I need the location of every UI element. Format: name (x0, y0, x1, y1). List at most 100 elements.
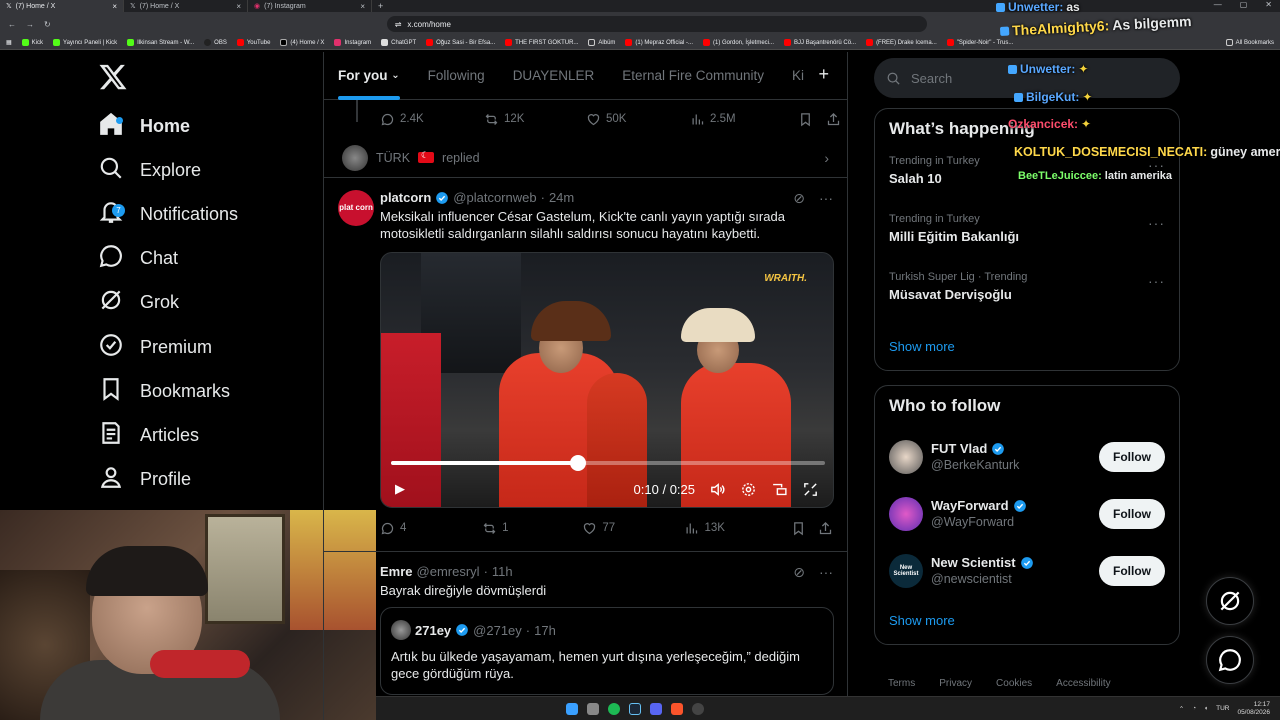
post-time[interactable]: 24m (549, 190, 574, 205)
bookmark-item[interactable]: (4) Home / X (280, 39, 324, 46)
follow-button[interactable]: Follow (1099, 441, 1165, 472)
volume-icon[interactable] (709, 481, 726, 498)
start-icon[interactable] (566, 702, 578, 715)
maximize-icon[interactable]: ▢ (1240, 0, 1248, 9)
picture-in-picture-icon[interactable] (771, 481, 788, 498)
suggested-account[interactable]: FUT Vlad @BerkeKanturk Follow (889, 428, 1165, 485)
more-icon[interactable]: ··· (819, 564, 833, 581)
repost-button[interactable]: 12K (484, 112, 586, 127)
more-icon[interactable]: ··· (1148, 273, 1165, 289)
chevron-up-icon[interactable]: ⌃ (1179, 705, 1184, 713)
like-button[interactable]: 77 (582, 521, 684, 536)
more-icon[interactable]: ··· (819, 190, 833, 207)
nav-articles[interactable]: Articles (98, 413, 308, 457)
author-handle[interactable]: @emresryl (417, 564, 480, 579)
bookmark-item[interactable]: THE FIRST GOKTUR... (505, 39, 578, 46)
video-player[interactable]: WRAITH. ▶ 0:10 / 0:25 (380, 252, 834, 508)
suggested-account[interactable]: WayForward @WayForward Follow (889, 485, 1165, 542)
nav-bookmarks[interactable]: Bookmarks (98, 369, 308, 413)
bookmark-item[interactable]: OBS (204, 39, 227, 46)
show-more-link[interactable]: Show more (889, 325, 1165, 370)
settings-gear-icon[interactable] (740, 481, 757, 498)
tab-overflow[interactable]: Ki (792, 52, 804, 100)
chat-fab-button[interactable] (1206, 636, 1254, 684)
new-tab-button[interactable]: + (372, 1, 389, 11)
bookmark-post-button[interactable] (791, 521, 819, 536)
nav-profile[interactable]: Profile (98, 458, 308, 502)
minimize-icon[interactable]: — (1214, 0, 1222, 9)
close-icon[interactable]: × (236, 2, 241, 11)
nav-explore[interactable]: Explore (98, 148, 308, 192)
bookmark-item[interactable]: (1) Mepraz Official -... (625, 39, 693, 46)
author-name[interactable]: platcorn (380, 190, 431, 205)
more-icon[interactable]: ··· (1148, 215, 1165, 231)
footer-privacy[interactable]: Privacy (939, 678, 972, 689)
browser-tab-1[interactable]: 𝕏 (7) Home / X × (0, 0, 124, 12)
author-name[interactable]: Emre (380, 564, 413, 579)
post-platcorn[interactable]: plat corn ⊘ ··· platcorn @platcornweb · … (324, 178, 847, 552)
trend-item[interactable]: Turkish Super Lig · Trending Müsavat Derv… (889, 271, 1165, 325)
repost-button[interactable]: 1 (482, 521, 582, 536)
obs-icon[interactable] (692, 702, 704, 715)
all-bookmarks[interactable]: All Bookmarks (1225, 39, 1274, 46)
follow-button[interactable]: Follow (1099, 498, 1165, 529)
bookmark-item[interactable]: "Spider-Noir" - Trus... (946, 39, 1013, 46)
footer-terms[interactable]: Terms (888, 678, 915, 689)
grok-icon[interactable]: ⊘ (793, 564, 805, 581)
close-icon[interactable]: × (112, 2, 117, 11)
bookmark-item[interactable]: BJJ Başantrenörü Cö... (784, 39, 856, 46)
show-more-link[interactable]: Show more (889, 599, 1165, 644)
x-logo-icon[interactable] (98, 62, 128, 92)
video-scrubber-handle[interactable] (569, 455, 586, 471)
fullscreen-icon[interactable] (802, 481, 819, 498)
steam-icon[interactable] (629, 702, 641, 715)
follow-button[interactable]: Follow (1099, 555, 1165, 586)
bookmark-item[interactable]: Oğuz Sasi - Bir Efsa... (426, 39, 495, 46)
tab-following[interactable]: Following (428, 52, 485, 100)
add-tab-icon[interactable]: + (818, 64, 829, 85)
nav-grok[interactable]: Grok (98, 281, 308, 325)
brave-icon[interactable] (671, 702, 683, 715)
video-progress-bar[interactable] (391, 455, 825, 471)
author-handle[interactable]: @platcornweb (453, 190, 536, 205)
trend-item[interactable]: Trending in Turkey Salah 10 ··· (889, 155, 1165, 209)
bookmark-item[interactable]: (FREE) Drake Icema... (866, 39, 937, 46)
bookmark-post-button[interactable] (798, 112, 826, 127)
quoted-post[interactable]: 271ey @271ey · 17h Artık bu ülkede yaşay… (380, 607, 834, 695)
footer-cookies[interactable]: Cookies (996, 678, 1032, 689)
replied-indicator[interactable]: TÜRK replied › (324, 138, 847, 178)
nav-premium[interactable]: Premium (98, 325, 308, 369)
reply-button[interactable]: 2.4K (380, 112, 484, 127)
reply-button[interactable]: 4 (380, 521, 482, 536)
avatar[interactable]: plat corn (338, 190, 374, 226)
post-time[interactable]: 11h (492, 564, 513, 579)
discord-icon[interactable] (650, 702, 662, 715)
play-icon[interactable]: ▶ (395, 481, 405, 497)
nav-chat[interactable]: Chat (98, 237, 308, 281)
bookmark-item[interactable]: Albüm (588, 39, 615, 46)
nav-notifications[interactable]: 7 Notifications (98, 192, 308, 236)
share-button[interactable] (826, 112, 841, 127)
bookmark-item[interactable]: YouTube (236, 39, 270, 46)
apps-icon[interactable]: ▦ (6, 39, 12, 46)
nav-home[interactable]: Home (98, 104, 308, 148)
forward-icon[interactable]: → (26, 20, 34, 29)
bookmark-item[interactable]: ChatGPT (381, 39, 416, 46)
views-button[interactable]: 2.5M (690, 112, 798, 127)
bookmark-item[interactable]: Kick (21, 39, 43, 46)
grok-icon[interactable]: ⊘ (793, 190, 805, 207)
spotify-icon[interactable] (608, 702, 620, 715)
suggested-account[interactable]: New Scientist New Scientist @newscientist… (889, 542, 1165, 599)
back-icon[interactable]: ← (8, 20, 16, 29)
browser-tab-2[interactable]: 𝕏 (7) Home / X × (124, 0, 248, 12)
tab-for-you[interactable]: For you ⌄ (338, 52, 400, 100)
share-button[interactable] (818, 521, 833, 536)
volume-tray-icon[interactable]: ◖ (1204, 705, 1208, 712)
clock[interactable]: 12:17 05/08/2026 (1237, 701, 1270, 717)
views-button[interactable]: 13K (684, 521, 790, 536)
bookmark-item[interactable]: (1) Gordon, İşletmeci... (703, 39, 774, 46)
bookmark-item[interactable]: Ilkinsan Stream - W... (127, 39, 194, 46)
close-window-icon[interactable]: ✕ (1265, 0, 1272, 9)
browser-tab-3[interactable]: ◉ (7) Instagram × (248, 0, 372, 12)
tab-duayenler[interactable]: DUAYENLER (513, 52, 595, 100)
